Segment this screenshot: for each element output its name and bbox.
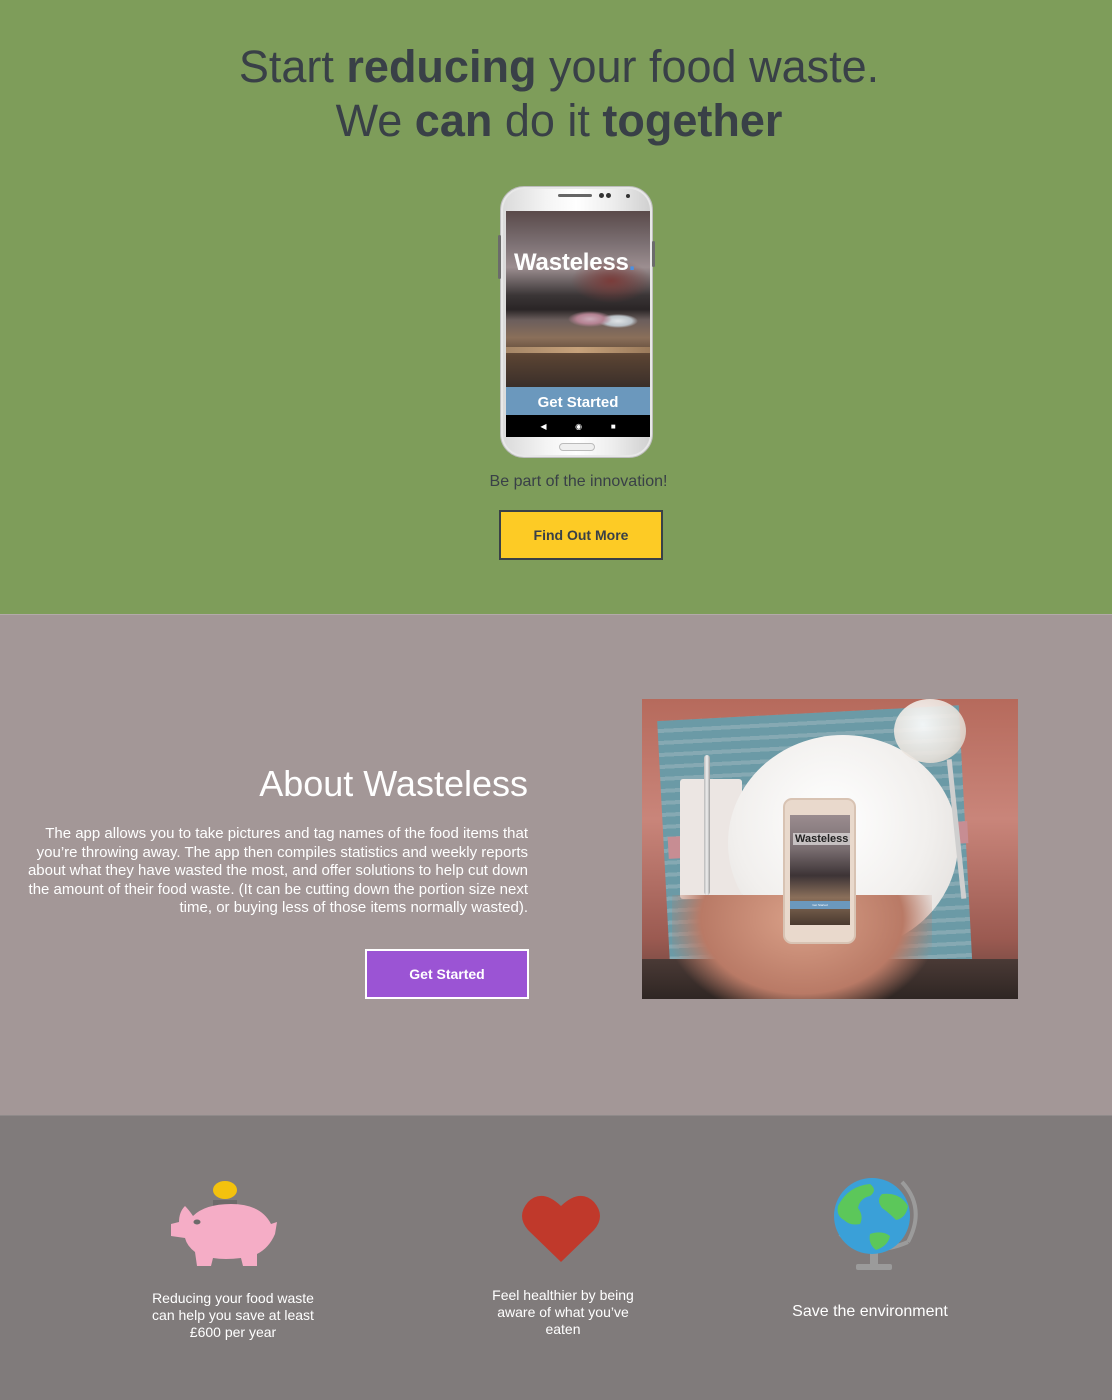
feature-health-text: Feel healthier by being aware of what yo…: [492, 1287, 634, 1337]
photo-app-name: Wasteless: [793, 833, 850, 845]
app-get-started-button: Get Started: [506, 387, 650, 415]
phone-power-button: [652, 241, 655, 267]
android-nav-bar: ◀ ◉ ■: [506, 415, 650, 437]
photo-app-button: Get Started: [790, 901, 850, 909]
photo-phone-screen: Wasteless Get Started: [790, 815, 850, 925]
app-in-use-photo: Wasteless Get Started: [642, 699, 1018, 999]
phone-front-camera-icon: [626, 194, 630, 198]
about-description: The app allows you to take pictures and …: [27, 825, 528, 916]
hero-tagline: Be part of the innovation!: [489, 473, 668, 490]
hero-title-bold: together: [602, 95, 783, 146]
phone-volume-button: [498, 235, 501, 279]
phone-sensor-icon: [606, 193, 611, 198]
heart-icon: [522, 1195, 600, 1262]
nav-recent-icon: ■: [610, 421, 616, 431]
hero-title-text: your food waste.: [536, 41, 880, 92]
features-section: Reducing your food waste can help you sa…: [0, 1115, 1112, 1400]
nav-back-icon: ◀: [540, 421, 547, 431]
feature-savings-text: Reducing your food waste can help you sa…: [152, 1290, 314, 1340]
feature-environment-text: Save the environment: [792, 1303, 948, 1320]
hero-title-bold: reducing: [346, 41, 537, 92]
hero-title-bold: can: [414, 95, 493, 146]
phone-camera-icon: [599, 193, 604, 198]
phone-home-button: [559, 443, 595, 451]
globe-icon: [834, 1178, 918, 1270]
phone-mockup: Wasteless. Get Started ◀ ◉ ■: [498, 186, 655, 458]
glass: [894, 699, 966, 763]
hero-title-text: Start: [238, 41, 347, 92]
piggy-bank-icon: [171, 1181, 277, 1266]
get-started-button[interactable]: Get Started: [365, 949, 529, 999]
about-section: About Wasteless The app allows you to ta…: [0, 614, 1112, 1115]
hero-title-text: do it: [492, 95, 603, 146]
hero-section: Start reducing your food waste. We can d…: [0, 0, 1112, 614]
app-hero-photo: [506, 211, 650, 387]
hero-title-text: We: [335, 95, 415, 146]
photo-phone: Wasteless Get Started: [783, 798, 856, 944]
nav-home-icon: ◉: [575, 421, 583, 431]
phone-speaker: [558, 194, 592, 197]
fork: [704, 755, 710, 895]
find-out-more-button[interactable]: Find Out More: [499, 510, 663, 560]
app-name: Wasteless.: [514, 249, 636, 276]
hero-title: Start reducing your food waste. We can d…: [0, 40, 1112, 148]
phone-screen: Wasteless. Get Started ◀ ◉ ■: [506, 211, 650, 437]
about-title: About Wasteless: [259, 763, 528, 804]
